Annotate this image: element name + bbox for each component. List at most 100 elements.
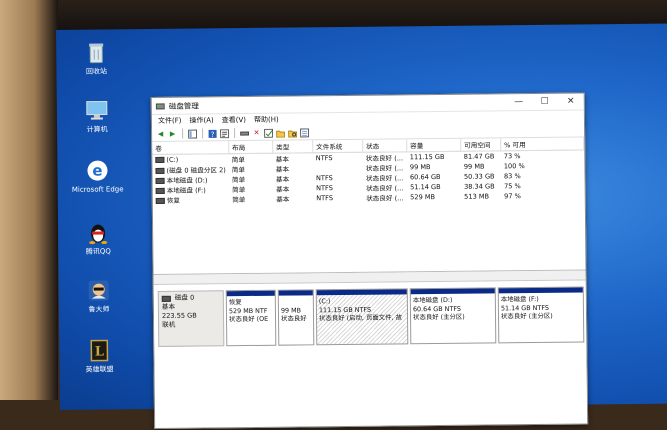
volume-cell: 恢复 (153, 194, 229, 205)
desktop-icon-edge[interactable]: e Microsoft Edge (71, 157, 124, 195)
volume-table: 卷 布局 类型 文件系统 状态 容量 可用空间 % 可用 (C:) 简单 基本 (152, 137, 585, 205)
status-cell: 状态良好 (... (365, 164, 404, 173)
title-area: 磁盘管理 (152, 97, 506, 112)
free-space-cell: 99 MB (463, 162, 485, 171)
close-button[interactable]: ✕ (558, 96, 584, 107)
type-cell: 基本 (275, 165, 290, 174)
volume-name: (C:) (166, 155, 179, 164)
drive-icon (155, 156, 165, 163)
menu-action[interactable]: 操作(A) (189, 115, 213, 125)
partition-f[interactable]: 本地磁盘 (F:) 51.14 GB NTFS 状态良好 (主分区) (497, 286, 585, 344)
connect-drive-icon[interactable] (240, 128, 250, 137)
toolbar-separator (202, 128, 204, 139)
volume-cell: (磁盘 0 磁盘分区 2) (152, 164, 228, 175)
forward-arrow-icon[interactable]: ▶ (168, 129, 177, 138)
volume-name: 恢复 (166, 196, 181, 205)
partition-bar (409, 287, 496, 295)
status-cell: 状态良好 (... (365, 154, 404, 163)
menu-help[interactable]: 帮助(H) (254, 115, 279, 125)
ludashi-icon (86, 277, 112, 303)
console-tree-icon[interactable] (188, 129, 198, 139)
type-cell: 基本 (276, 185, 290, 194)
partition-status: 状态良好 (启动, 页面文件, 故 (318, 313, 403, 323)
folder-search-icon[interactable] (288, 128, 298, 138)
volume-name: 本地磁盘 (F:) (166, 186, 206, 195)
minimize-button[interactable]: — (506, 97, 532, 107)
monitor-bezel-left (0, 0, 58, 400)
column-header-free-space[interactable]: 可用空间 (460, 138, 501, 152)
drive-icon (155, 177, 165, 184)
partition-efi[interactable]: 99 MB 状态良好 (277, 289, 315, 346)
filesystem-cell: NTFS (316, 194, 334, 203)
capacity-cell: 51.14 GB (410, 182, 441, 192)
column-header-volume[interactable]: 卷 (152, 141, 229, 155)
svg-text:?: ? (211, 130, 215, 138)
back-arrow-icon[interactable]: ◀ (156, 129, 165, 138)
capacity-cell: 60.64 GB (409, 172, 441, 182)
layout-cell: 简单 (232, 196, 246, 205)
free-space-cell: 513 MB (464, 192, 490, 201)
free-space-cell: 38.34 GB (464, 182, 495, 191)
help-icon[interactable]: ? (208, 129, 217, 138)
layout-cell: 简单 (231, 156, 245, 165)
partition-d[interactable]: 本地磁盘 (D:) 60.64 GB NTFS 状态良好 (主分区) (409, 287, 497, 345)
partition-name (279, 297, 313, 306)
status-cell: 状态良好 (... (366, 184, 404, 193)
column-header-layout[interactable]: 布局 (228, 140, 273, 154)
type-cell: 基本 (276, 195, 290, 204)
desktop-icon-ludashi[interactable]: 鲁大师 (73, 277, 125, 315)
partition-bar (277, 289, 314, 296)
partition-status: 状态良好 (OE (228, 314, 269, 324)
menu-file[interactable]: 文件(F) (158, 116, 182, 126)
desktop-icon-league[interactable]: L 英雄联盟 (73, 337, 125, 375)
partition-c[interactable]: (C:) 111.15 GB NTFS 状态良好 (启动, 页面文件, 故 (315, 288, 409, 346)
column-header-status[interactable]: 状态 (362, 139, 407, 153)
column-header-type[interactable]: 类型 (272, 140, 313, 154)
type-cell: 基本 (275, 155, 289, 164)
desktop-icon-label: 计算机 (86, 125, 108, 134)
league-icon: L (86, 337, 112, 363)
desktop-icon-computer[interactable]: 计算机 (71, 97, 123, 135)
disk-name: 磁盘 0 (174, 293, 195, 302)
column-header-capacity[interactable]: 容量 (406, 138, 461, 152)
desktop: 回收站 计算机 e Microsoft Edge 腾讯QQ 鲁大师 L 英雄联盟 (56, 23, 667, 429)
column-header-percent-free[interactable]: % 可用 (500, 137, 584, 151)
desktop-icon-qq[interactable]: 腾讯QQ (72, 219, 124, 257)
desktop-icon-label: 腾讯QQ (85, 247, 111, 256)
capacity-cell: 111.15 GB (409, 152, 445, 162)
filesystem-cell: NTFS (315, 154, 333, 163)
list-view-icon[interactable] (300, 127, 310, 137)
disk-info-panel[interactable]: 磁盘 0 基本 223.55 GB 联机 (157, 290, 225, 347)
layout-cell: 简单 (231, 166, 246, 175)
percent-free-cell: 97 % (504, 192, 521, 201)
menu-view[interactable]: 查看(V) (222, 115, 246, 125)
properties-icon[interactable] (220, 128, 230, 138)
desktop-icon-recycle-bin[interactable]: 回收站 (70, 39, 122, 77)
disk-management-icon (155, 102, 165, 109)
free-space-cell: 81.47 GB (463, 152, 495, 161)
partition-status: 状态良好 (280, 314, 307, 323)
layout-cell: 简单 (231, 176, 246, 185)
partition-status: 状态良好 (主分区) (412, 312, 465, 322)
filesystem-cell: NTFS (315, 174, 333, 183)
check-icon[interactable] (264, 128, 274, 138)
filesystem-cell (313, 163, 363, 174)
recycle-bin-icon (83, 39, 109, 65)
computer-icon (84, 97, 110, 123)
partition-status: 状态良好 (主分区) (500, 311, 553, 321)
maximize-button[interactable]: ☐ (532, 97, 558, 107)
folder-icon[interactable] (276, 128, 286, 138)
column-header-filesystem[interactable]: 文件系统 (312, 139, 363, 153)
disk-management-window: 磁盘管理 — ☐ ✕ 文件(F) 操作(A) 查看(V) 帮助(H) ◀ ▶ ?… (150, 92, 589, 429)
drive-icon (155, 187, 165, 194)
layout-cell: 简单 (232, 186, 246, 195)
toolbar-separator (234, 128, 236, 139)
disk-icon (161, 295, 171, 302)
volume-cell: (C:) (152, 154, 228, 165)
partition-recovery[interactable]: 恢复 529 MB NTF 状态良好 (OE (225, 289, 277, 347)
partition-bar (315, 288, 408, 296)
delete-icon[interactable]: ✕ (252, 128, 261, 137)
edge-icon: e (84, 157, 110, 183)
type-cell: 基本 (275, 175, 290, 184)
drive-icon (155, 167, 165, 174)
